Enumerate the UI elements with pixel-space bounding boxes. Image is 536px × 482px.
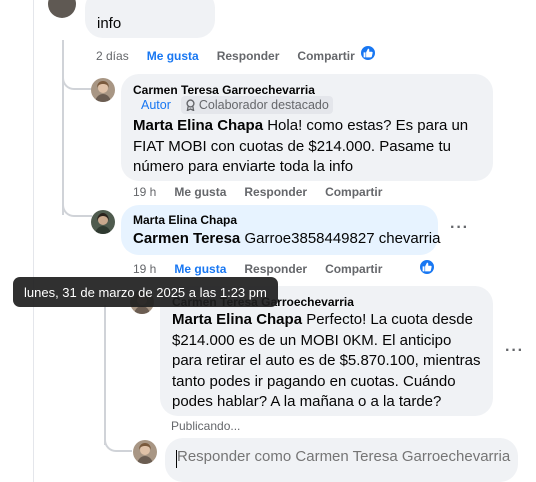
thread-connector	[62, 40, 92, 90]
like-button[interactable]: Me gusta	[174, 185, 226, 199]
avatar[interactable]	[133, 440, 157, 464]
comment-actions: 19 h Me gusta Responder Compartir	[133, 185, 400, 199]
comment-text: Marta Elina Chapa Perfecto! La cuota des…	[172, 310, 484, 413]
share-button[interactable]: Compartir	[297, 49, 354, 63]
comment-bubble: info	[85, 0, 215, 38]
author-badge: Autor	[141, 98, 171, 112]
comment-actions: 2 días Me gusta Responder Compartir	[96, 49, 373, 63]
comment-time[interactable]: 19 h	[133, 185, 156, 199]
more-options-icon[interactable]: ···	[450, 219, 469, 237]
like-button[interactable]: Me gusta	[174, 262, 226, 276]
contributor-badge: Colaborador destacado	[180, 96, 333, 114]
comment-actions: 19 h Me gusta Responder Compartir	[133, 262, 400, 276]
reply-input[interactable]	[177, 448, 512, 465]
avatar[interactable]	[91, 78, 115, 102]
contributor-badge-label: Colaborador destacado	[198, 98, 329, 112]
comment-author[interactable]: Marta Elina Chapa	[133, 213, 237, 227]
reply-bubble: Marta Elina Chapa Carmen Teresa Garroe38…	[121, 205, 440, 255]
award-icon	[186, 99, 195, 111]
mention-link[interactable]: Carmen Teresa	[133, 230, 240, 247]
share-button[interactable]: Compartir	[325, 262, 382, 276]
badges: Autor Colaborador destacado	[133, 96, 337, 114]
like-button[interactable]: Me gusta	[147, 49, 199, 63]
comment-time[interactable]: 2 días	[96, 49, 129, 63]
like-reaction-icon[interactable]	[418, 258, 436, 276]
publishing-status: Publicando...	[171, 419, 241, 433]
thread-connector	[104, 420, 132, 452]
comment-text: info	[97, 15, 122, 32]
comment-body: Garroe3858449827 chevarria	[240, 230, 441, 247]
like-reaction-icon[interactable]	[359, 44, 377, 62]
comment-text: Carmen Teresa Garroe3858449827 chevarria	[133, 229, 440, 250]
avatar[interactable]	[91, 210, 115, 234]
avatar[interactable]	[48, 0, 76, 18]
timestamp-tooltip: lunes, 31 de marzo de 2025 a las 1:23 pm	[13, 277, 278, 307]
reply-button[interactable]: Responder	[217, 49, 280, 63]
reply-button[interactable]: Responder	[244, 185, 307, 199]
reply-button[interactable]: Responder	[244, 262, 307, 276]
mention-link[interactable]: Marta Elina Chapa	[172, 311, 302, 328]
more-options-icon[interactable]: ···	[505, 342, 524, 360]
mention-link[interactable]: Marta Elina Chapa	[133, 117, 263, 134]
reply-box[interactable]	[165, 438, 518, 482]
share-button[interactable]: Compartir	[325, 185, 382, 199]
comment-text: Marta Elina Chapa Hola! como estas? Es p…	[133, 116, 483, 178]
panel-border	[33, 0, 34, 482]
comment-time[interactable]: 19 h	[133, 262, 156, 276]
comment-author[interactable]: Carmen Teresa Garroechevarria	[133, 83, 315, 97]
thread-connector	[62, 170, 92, 217]
reply-bubble: Carmen Teresa Garroechevarria Autor Cola…	[121, 74, 493, 181]
